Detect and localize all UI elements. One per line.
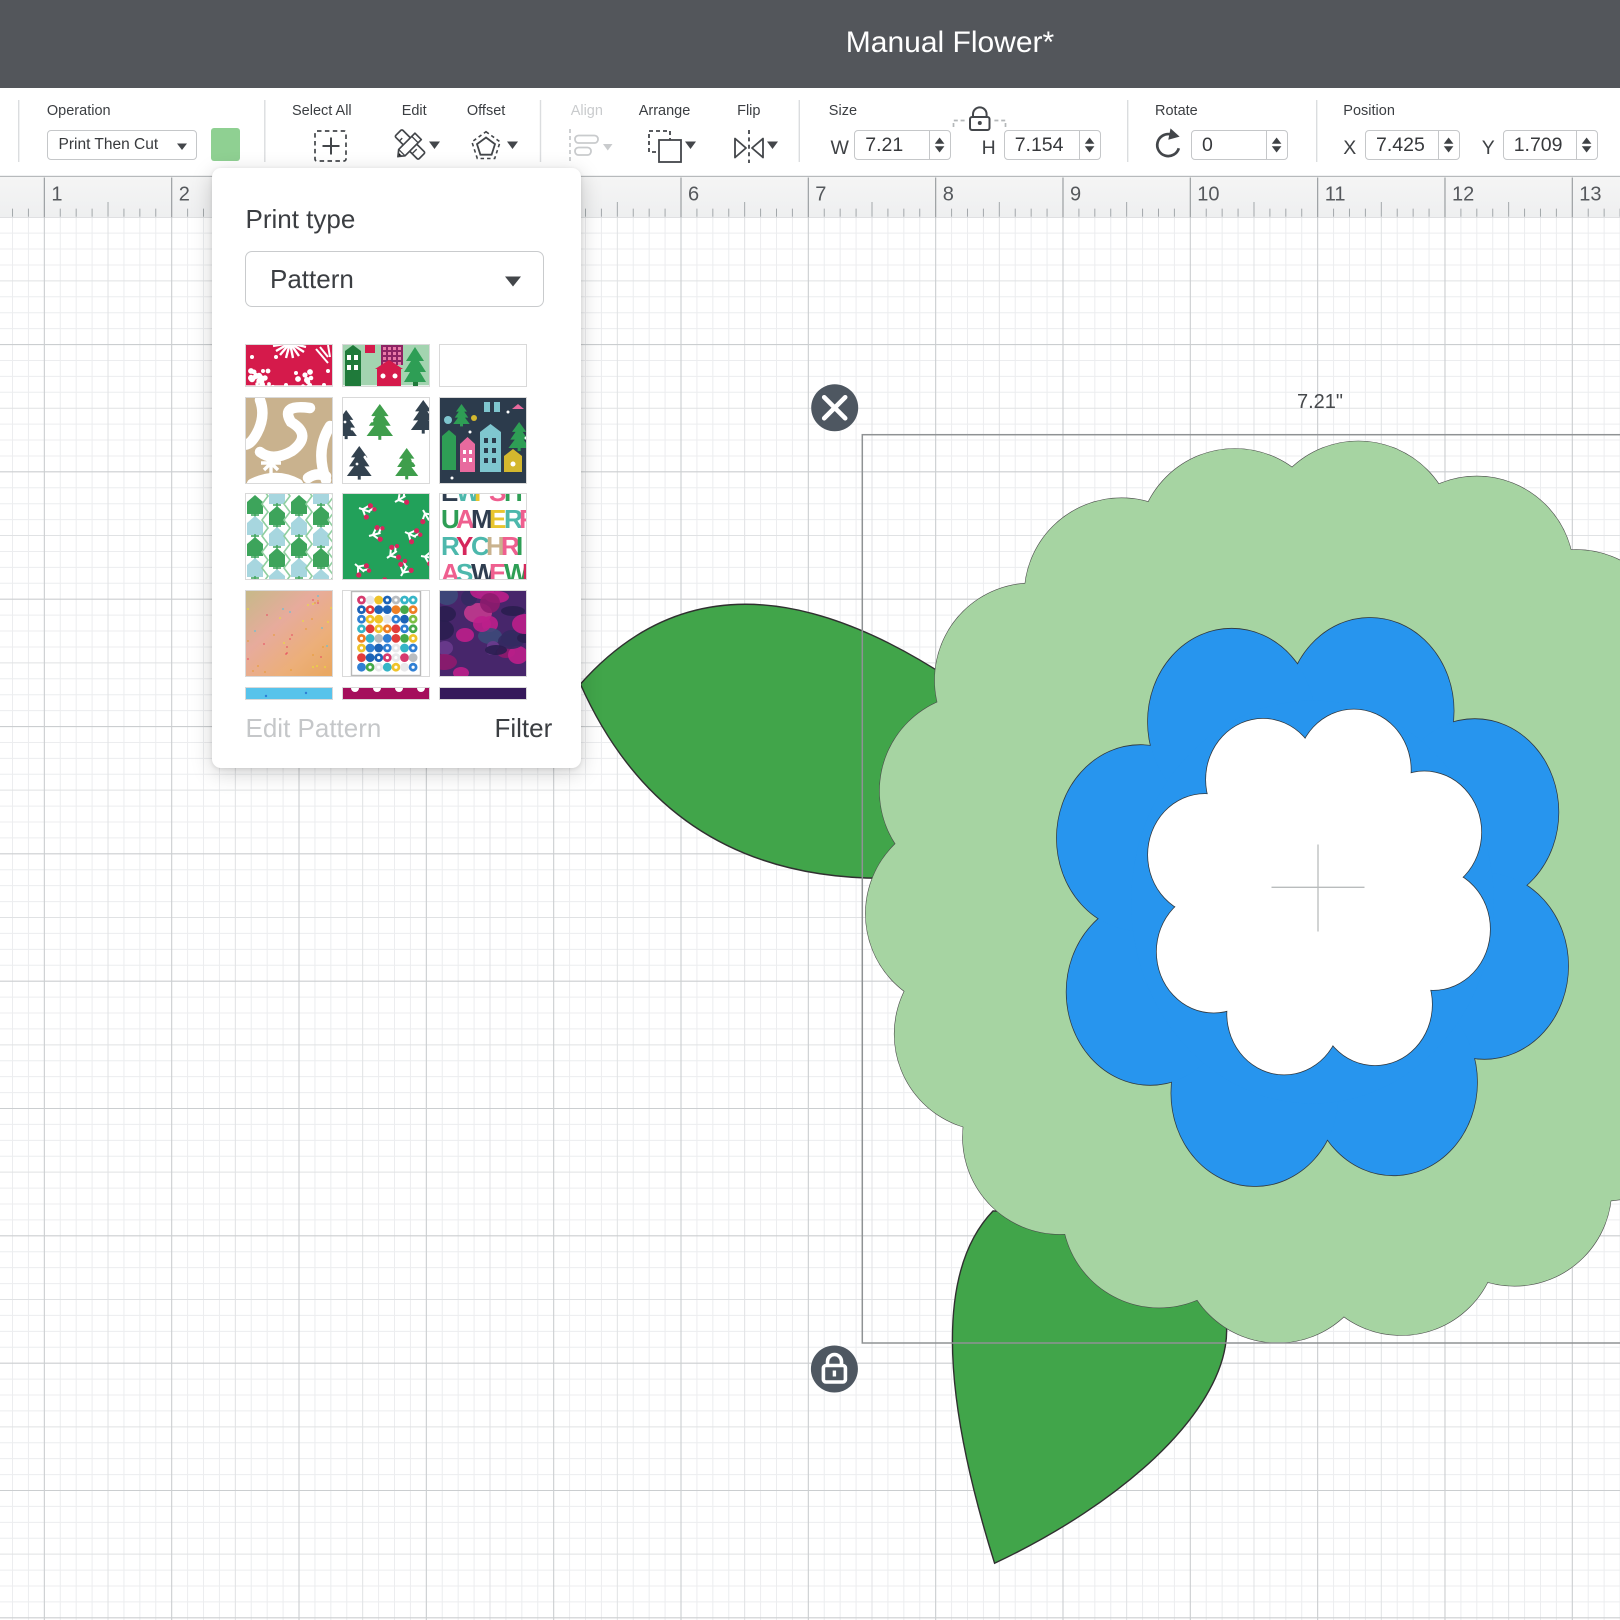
svg-text:9: 9 bbox=[1070, 184, 1081, 206]
svg-text:R: R bbox=[519, 504, 526, 534]
svg-text:7.21": 7.21" bbox=[1297, 391, 1343, 413]
svg-text:7: 7 bbox=[815, 184, 826, 206]
svg-text:12: 12 bbox=[1452, 184, 1474, 206]
svg-text:10: 10 bbox=[1197, 184, 1219, 206]
svg-text:8: 8 bbox=[943, 184, 954, 206]
svg-text:2: 2 bbox=[179, 184, 190, 206]
svg-text:6: 6 bbox=[688, 184, 699, 206]
svg-text:I: I bbox=[516, 531, 523, 561]
svg-text:13: 13 bbox=[1579, 184, 1601, 206]
svg-text:1: 1 bbox=[51, 184, 62, 206]
svg-text:I: I bbox=[522, 558, 526, 579]
svg-text:11: 11 bbox=[1325, 184, 1346, 206]
